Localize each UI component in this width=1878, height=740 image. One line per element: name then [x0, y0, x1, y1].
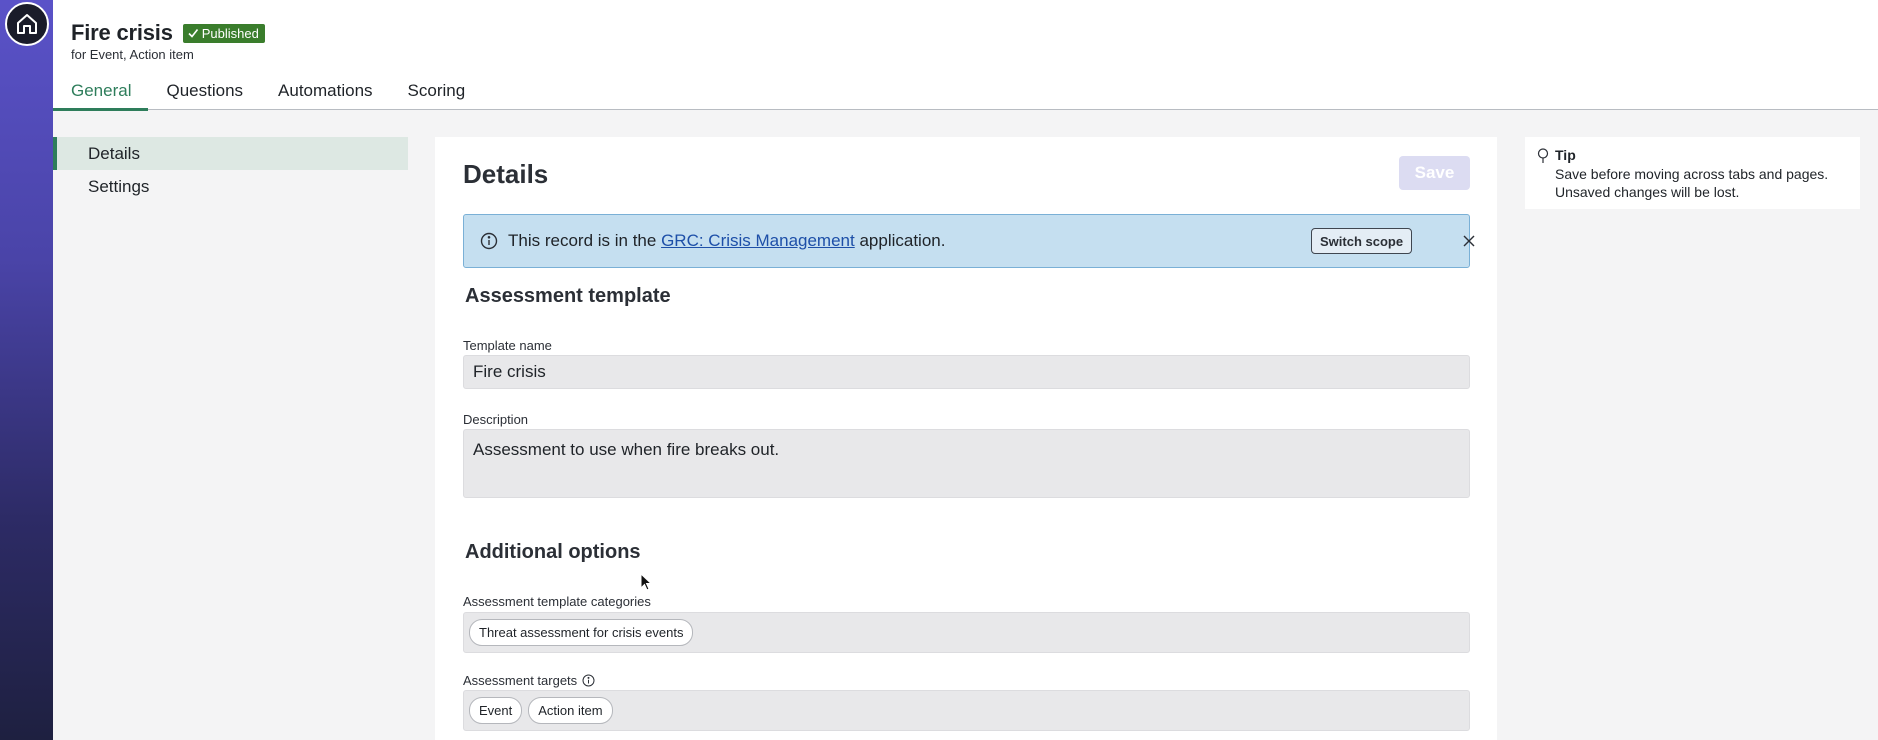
info-icon [480, 232, 498, 250]
tab-questions[interactable]: Questions [166, 78, 243, 110]
tab-scoring[interactable]: Scoring [408, 78, 466, 110]
status-badge-label: Published [201, 25, 259, 41]
checkmark-icon [188, 29, 198, 38]
status-badge: Published [182, 23, 265, 43]
lightbulb-icon [1537, 148, 1549, 163]
section-title-additional-options: Additional options [465, 541, 641, 563]
tab-automations[interactable]: Automations [278, 78, 373, 110]
tip-title: Tip [1555, 147, 1576, 163]
targets-chips: Event Action item [464, 691, 1469, 730]
tab-bar: General Questions Automations Scoring [52, 78, 500, 111]
section-title-assessment-template: Assessment template [465, 285, 671, 307]
mouse-pointer-icon [640, 573, 652, 591]
scope-banner: This record is in the GRC: Crisis Manage… [463, 214, 1475, 268]
switch-scope-button[interactable]: Switch scope [1311, 228, 1413, 254]
categories-field[interactable]: Threat assessment for crisis events [463, 612, 1470, 653]
tab-general[interactable]: General [52, 78, 150, 111]
card-title: Details [463, 159, 549, 189]
description-field[interactable]: Assessment to use when fire breaks out. [463, 429, 1470, 498]
nav-item-details[interactable]: Details [53, 137, 408, 170]
targets-field[interactable]: Event Action item [463, 690, 1470, 731]
banner-close-button[interactable] [1459, 231, 1479, 251]
nav-item-settings[interactable]: Settings [53, 170, 408, 203]
category-chip[interactable]: Threat assessment for crisis events [469, 619, 694, 646]
app-rail [0, 0, 53, 740]
record-subtitle: for Event, Action item [71, 47, 194, 62]
page-title: Fire crisis [71, 20, 173, 45]
tip-text: Save before moving across tabs and pages… [1555, 166, 1829, 200]
home-icon [17, 14, 37, 34]
categories-chips: Threat assessment for crisis events [464, 613, 1469, 652]
record-header: Fire crisis Published for Event, Action … [52, 0, 1878, 111]
banner-prefix: This record is in the [508, 231, 662, 250]
scope-app-link[interactable]: GRC: Crisis Management [661, 231, 855, 250]
home-button[interactable] [5, 2, 49, 46]
description-label: Description [463, 412, 529, 427]
target-chip-action-item[interactable]: Action item [528, 697, 613, 724]
banner-suffix: application. [854, 231, 946, 250]
close-icon [1463, 235, 1475, 247]
details-card: Details Save This record is in the GRC: … [435, 137, 1497, 740]
targets-label: Assessment targets [463, 673, 578, 688]
targets-label-row: Assessment targets [463, 673, 595, 688]
section-nav: Details Settings [53, 137, 408, 203]
template-name-label: Template name [463, 338, 552, 353]
target-chip-event[interactable]: Event [469, 697, 523, 724]
template-name-field[interactable]: Fire crisis [463, 355, 1470, 389]
template-name-value: Fire crisis [473, 362, 546, 381]
info-icon[interactable] [582, 674, 595, 687]
description-value: Assessment to use when fire breaks out. [473, 440, 780, 459]
categories-label: Assessment template categories [463, 594, 651, 609]
banner-message: This record is in the GRC: Crisis Manage… [508, 231, 945, 251]
tip-panel: Tip Save before moving across tabs and p… [1525, 137, 1860, 209]
save-button[interactable]: Save [1399, 156, 1470, 190]
title-row: Fire crisis Published [71, 20, 265, 46]
